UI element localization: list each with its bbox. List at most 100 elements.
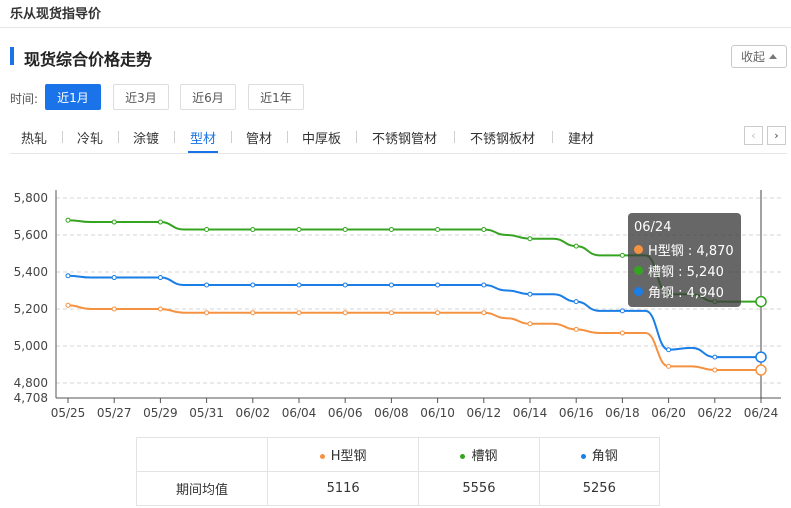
data-point [204, 282, 210, 288]
data-point [435, 282, 441, 288]
tab-separator [287, 131, 288, 143]
range-3-months-button[interactable]: 近3月 [113, 84, 169, 110]
data-point [481, 282, 487, 288]
data-point [65, 273, 71, 279]
y-tick-label: 5,600 [14, 228, 48, 242]
legend-channel-steel[interactable]: 槽钢 [418, 437, 540, 472]
tab-construction[interactable]: 建材 [568, 128, 594, 147]
data-point [388, 282, 394, 288]
tooltip-row-h-steel: H型钢 : 4,870 [634, 239, 735, 260]
y-tick-label: 4,800 [14, 376, 48, 390]
y-tick-label: 5,400 [14, 265, 48, 279]
tab-stainless-plate[interactable]: 不锈钢板材 [470, 128, 535, 147]
table-row: 期间均值 5116 5556 5256 [136, 471, 661, 506]
data-point [619, 330, 625, 336]
h-steel-legend-icon [319, 454, 325, 459]
tab-divider [10, 153, 787, 154]
data-point [619, 308, 625, 314]
tab-cold-rolled[interactable]: 冷轧 [77, 128, 103, 147]
data-point [342, 226, 348, 232]
x-tick-label: 06/08 [374, 406, 409, 420]
tooltip-row-angle-steel: 角钢 : 4,940 [634, 281, 735, 302]
x-tick-label: 06/10 [420, 406, 455, 420]
x-tick-label: 05/29 [143, 406, 178, 420]
tab-medium-plate[interactable]: 中厚板 [302, 128, 341, 147]
highlight-point [755, 364, 767, 376]
y-tick-label: 5,800 [14, 191, 48, 205]
tab-separator [174, 131, 175, 143]
series-line [67, 304, 761, 372]
y-tick-label: 5,000 [14, 339, 48, 353]
legend-angle-steel[interactable]: 角钢 [538, 437, 661, 472]
channel-steel-dot-icon [634, 266, 643, 275]
tab-hot-rolled[interactable]: 热轧 [21, 128, 47, 147]
section-accent-bar [10, 47, 14, 65]
avg-h-steel: 5116 [266, 471, 420, 506]
avg-channel-steel: 5556 [418, 471, 540, 506]
tab-separator [231, 131, 232, 143]
tabs-next-icon[interactable]: › [767, 126, 786, 145]
tab-pipe[interactable]: 管材 [246, 128, 272, 147]
tab-coated[interactable]: 涂镀 [133, 128, 159, 147]
data-point [666, 363, 672, 369]
data-point [573, 299, 579, 305]
data-point [65, 217, 71, 223]
data-point [712, 354, 718, 360]
angle-steel-legend-icon [580, 454, 586, 459]
data-point [388, 226, 394, 232]
range-1-year-button[interactable]: 近1年 [248, 84, 304, 110]
period-average-table: H型钢 槽钢 角钢 期间均值 5116 5556 5256 [136, 437, 661, 506]
legend-channel-steel-label: 槽钢 [471, 449, 498, 464]
time-filter-label: 时间: [10, 92, 39, 106]
tooltip-date: 06/24 [634, 220, 672, 235]
data-point [666, 347, 672, 353]
data-point [157, 219, 163, 225]
highlight-point [755, 295, 767, 308]
range-1-month-button[interactable]: 近1月 [45, 84, 101, 110]
tab-separator [118, 131, 119, 143]
x-tick-label: 05/31 [189, 406, 224, 420]
data-point [573, 243, 579, 249]
data-point [111, 306, 117, 312]
data-point [250, 226, 256, 232]
legend-angle-steel-label: 角钢 [591, 449, 618, 464]
data-point [573, 326, 579, 332]
data-point [527, 236, 533, 242]
channel-steel-legend-icon [460, 454, 466, 459]
tooltip-h-steel-value: H型钢 : 4,870 [648, 244, 734, 259]
legend-h-steel[interactable]: H型钢 [266, 437, 420, 472]
x-tick-label: 06/14 [513, 406, 548, 420]
tooltip-channel-steel-value: 槽钢 : 5,240 [648, 265, 724, 280]
data-point [65, 302, 71, 308]
data-point [619, 252, 625, 258]
avg-angle-steel: 5256 [538, 471, 661, 506]
top-divider [0, 27, 791, 28]
caret-up-icon [769, 54, 777, 59]
chart-tooltip: 06/24 H型钢 : 4,870 槽钢 : 5,240 角钢 : 4,940 [628, 213, 741, 307]
data-point [481, 226, 487, 232]
tab-separator [62, 131, 63, 143]
angle-steel-dot-icon [634, 287, 643, 296]
data-point [111, 219, 117, 225]
legend-h-steel-label: H型钢 [330, 449, 367, 464]
tab-stainless-pipe[interactable]: 不锈钢管材 [372, 128, 437, 147]
tab-section-steel[interactable]: 型材 [190, 128, 216, 147]
tabs-prev-icon[interactable]: ‹ [744, 126, 763, 145]
data-point [712, 367, 718, 373]
x-tick-label: 06/24 [744, 406, 779, 420]
data-point [204, 310, 210, 316]
x-tick-label: 06/16 [559, 406, 594, 420]
data-point [296, 310, 302, 316]
h-steel-dot-icon [634, 245, 643, 254]
data-point [435, 310, 441, 316]
data-point [157, 306, 163, 312]
range-6-months-button[interactable]: 近6月 [180, 84, 236, 110]
y-tick-label: 4,708 [14, 391, 48, 405]
collapse-button[interactable]: 收起 [731, 45, 787, 68]
data-point [157, 275, 163, 281]
data-point [204, 226, 210, 232]
data-point [342, 282, 348, 288]
tooltip-angle-steel-value: 角钢 : 4,940 [648, 286, 724, 301]
row-label: 期间均值 [136, 471, 268, 506]
table-corner-cell [136, 437, 268, 472]
